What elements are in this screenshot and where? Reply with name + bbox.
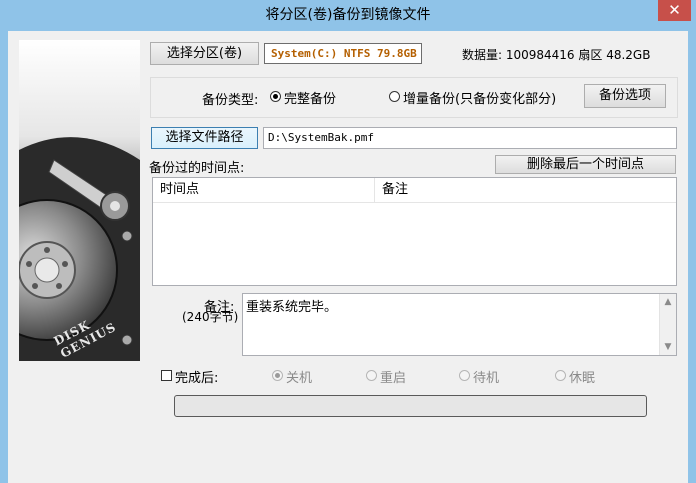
- title-bar: 将分区(卷)备份到镜像文件 ✕: [0, 0, 696, 31]
- select-partition-button[interactable]: 选择分区(卷): [150, 42, 259, 65]
- timepoints-list-header: 时间点 备注: [153, 178, 676, 203]
- after-completion-checkbox[interactable]: [161, 370, 172, 381]
- disk-genius-image: DISK GENIUS: [19, 40, 140, 361]
- hibernate-label[interactable]: 休眠: [569, 367, 595, 386]
- timepoints-label: 备份过的时间点:: [149, 161, 245, 176]
- after-completion-label[interactable]: 完成后:: [175, 367, 218, 386]
- full-backup-label[interactable]: 完整备份: [284, 88, 336, 107]
- restart-radio[interactable]: [366, 370, 377, 381]
- remark-text: 重装系统完毕。: [246, 300, 338, 315]
- progress-bar: [174, 395, 647, 417]
- file-path-input[interactable]: D:\SystemBak.pmf: [263, 127, 677, 149]
- full-backup-radio[interactable]: [270, 91, 281, 102]
- hibernate-radio[interactable]: [555, 370, 566, 381]
- window-title: 将分区(卷)备份到镜像文件: [265, 7, 431, 23]
- dialog-client: DISK GENIUS 选择分区(卷) System(C:) NTFS 79.8…: [8, 31, 688, 483]
- incremental-backup-radio[interactable]: [389, 91, 400, 102]
- remark-limit-label: (240字节): [182, 310, 239, 324]
- selected-partition-field: System(C:) NTFS 79.8GB: [264, 43, 422, 64]
- remark-textarea[interactable]: 重装系统完毕。 ▲ ▼: [242, 293, 677, 356]
- backup-options-button[interactable]: 备份选项: [584, 84, 666, 108]
- standby-label[interactable]: 待机: [473, 367, 499, 386]
- shutdown-radio[interactable]: [272, 370, 283, 381]
- data-amount-label: 数据量: 100984416 扇区 48.2GB: [462, 48, 651, 62]
- delete-last-timepoint-button[interactable]: 删除最后一个时间点: [495, 155, 676, 174]
- restart-label[interactable]: 重启: [380, 367, 406, 386]
- remark-scrollbar[interactable]: ▲ ▼: [659, 294, 676, 355]
- scroll-up-icon[interactable]: ▲: [660, 294, 676, 310]
- backup-type-label: 备份类型:: [202, 93, 259, 108]
- incremental-backup-label[interactable]: 增量备份(只备份变化部分): [403, 88, 556, 107]
- column-header-timepoint[interactable]: 时间点: [153, 178, 374, 202]
- select-file-path-button[interactable]: 选择文件路径: [151, 127, 258, 149]
- scroll-down-icon[interactable]: ▼: [660, 339, 676, 355]
- column-header-remark[interactable]: 备注: [374, 178, 676, 202]
- timepoints-list[interactable]: 时间点 备注: [152, 177, 677, 286]
- shutdown-label[interactable]: 关机: [286, 367, 312, 386]
- close-button[interactable]: ✕: [658, 0, 691, 21]
- standby-radio[interactable]: [459, 370, 470, 381]
